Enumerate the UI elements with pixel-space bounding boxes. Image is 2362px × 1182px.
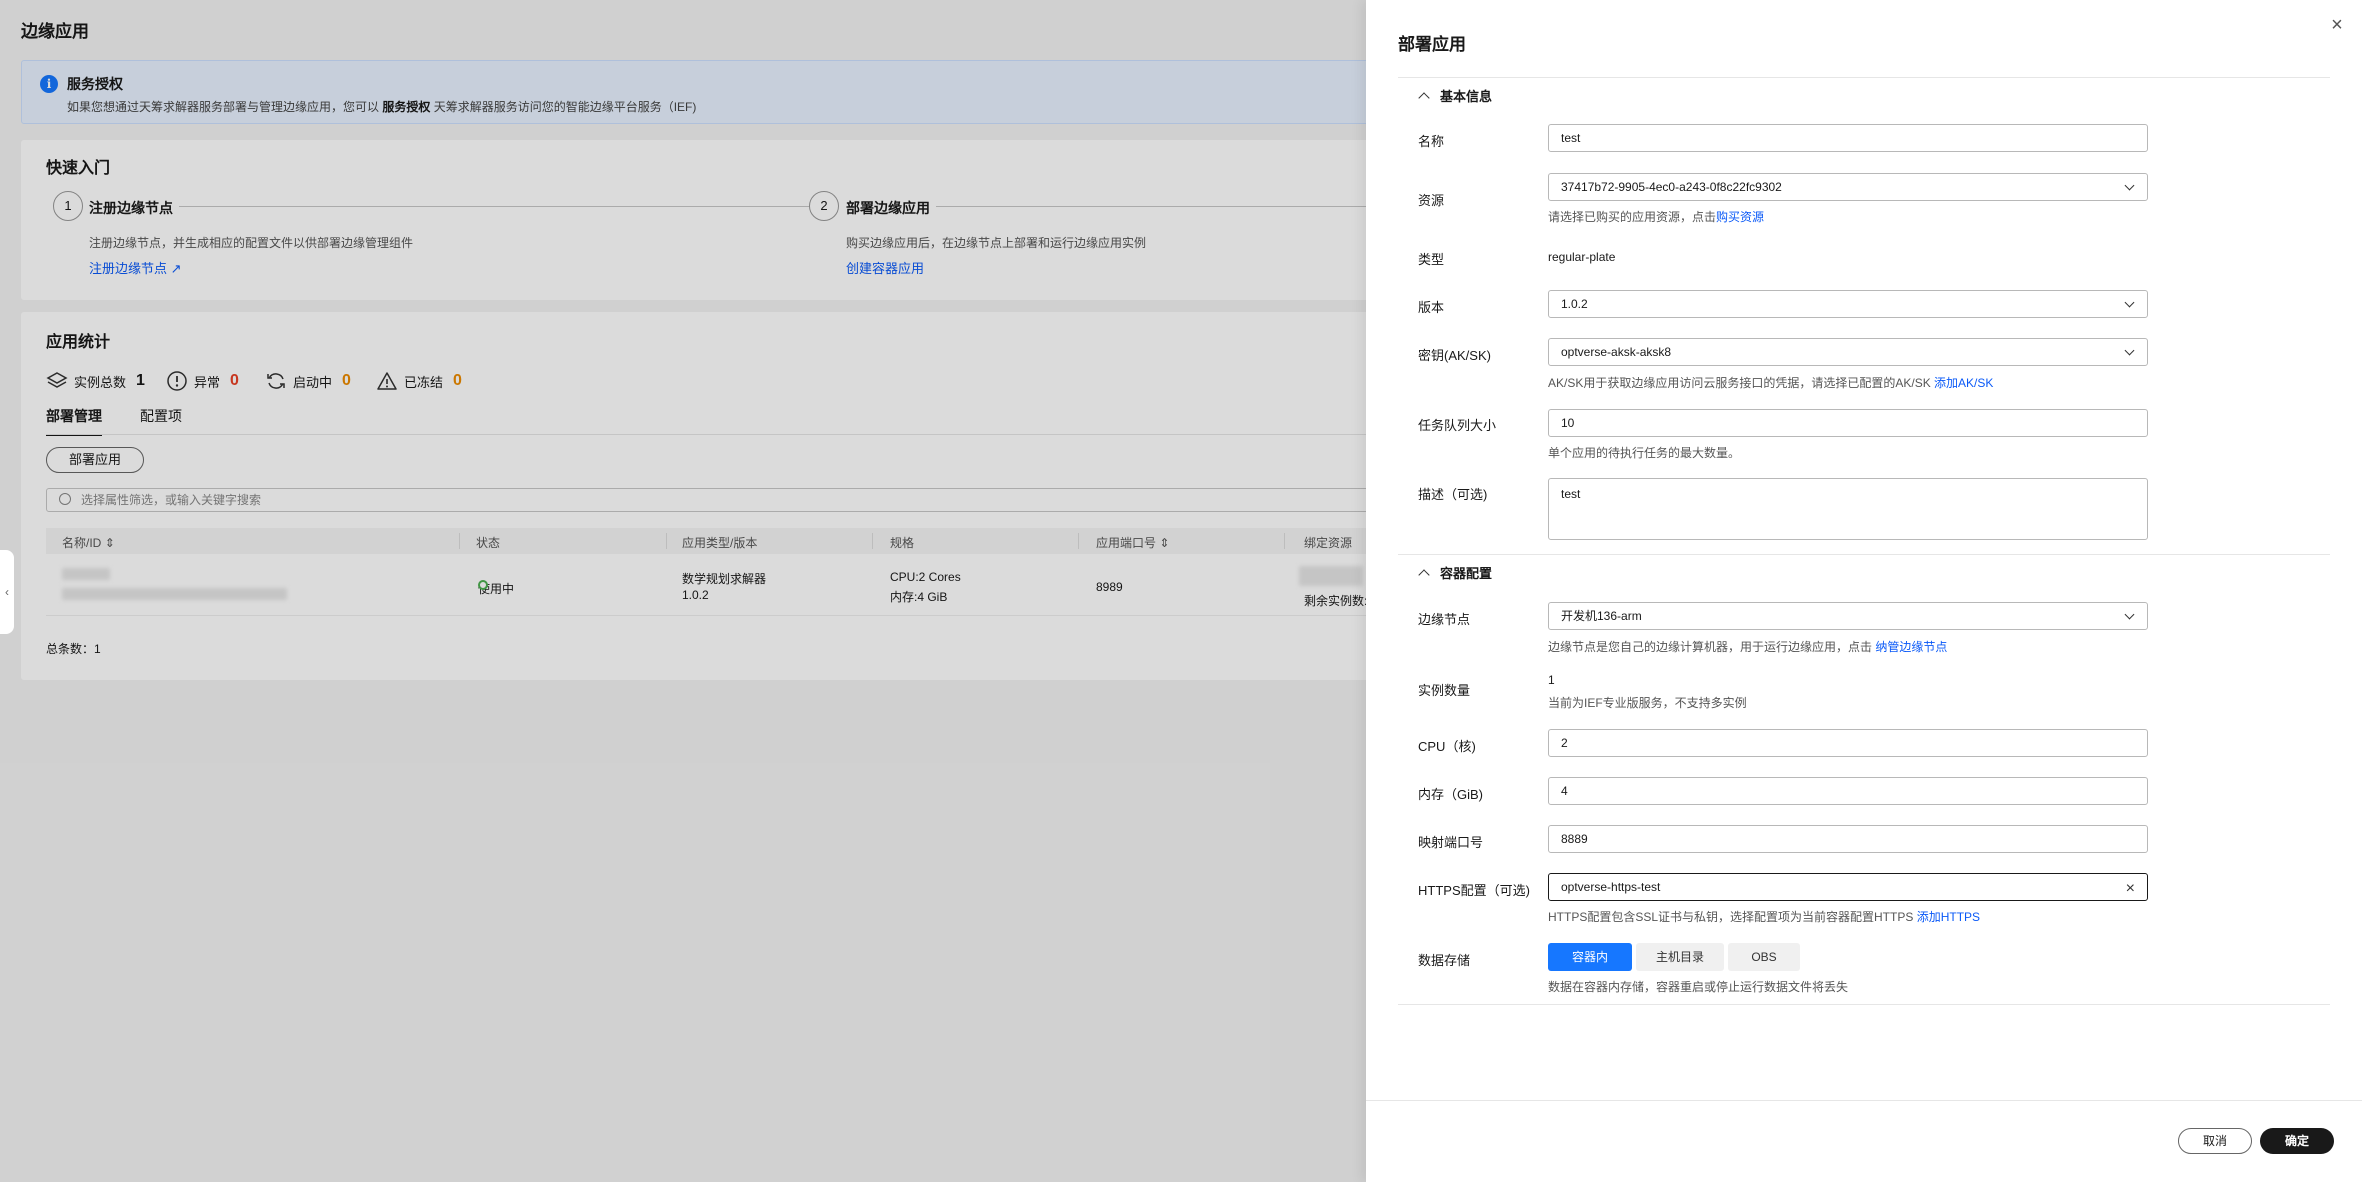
https-select[interactable]: optverse-https-test × bbox=[1548, 873, 2148, 901]
type-value: regular-plate bbox=[1548, 250, 1616, 264]
divider bbox=[1398, 554, 2330, 555]
deploy-app-drawer: 部署应用 × 基本信息 名称 test 资源 37417b72-9905-4ec… bbox=[1366, 0, 2362, 1182]
chevron-up-icon bbox=[1418, 92, 1430, 104]
sidebar-expand-handle[interactable]: ‹ bbox=[0, 550, 14, 634]
secret-label: 密钥(AK/SK) bbox=[1418, 348, 1491, 363]
storage-option-host-dir[interactable]: 主机目录 bbox=[1636, 943, 1724, 971]
chevron-down-icon bbox=[2124, 345, 2135, 356]
queue-input[interactable]: 10 bbox=[1548, 409, 2148, 437]
add-https-link[interactable]: 添加HTTPS bbox=[1917, 910, 1980, 924]
add-aksk-link[interactable]: 添加AK/SK bbox=[1934, 376, 1993, 390]
desc-label: 描述（可选) bbox=[1418, 487, 1488, 502]
instances-value: 1 bbox=[1548, 673, 1555, 687]
resource-label: 资源 bbox=[1418, 193, 1445, 208]
port-input[interactable]: 8889 bbox=[1548, 825, 2148, 853]
version-select[interactable]: 1.0.2 bbox=[1548, 290, 2148, 318]
node-label: 边缘节点 bbox=[1418, 612, 1471, 627]
port-label: 映射端口号 bbox=[1418, 835, 1484, 850]
secret-select-value: optverse-aksk-aksk8 bbox=[1561, 345, 1672, 359]
desc-textarea[interactable]: test bbox=[1548, 478, 2148, 540]
memory-label: 内存（GiB) bbox=[1418, 787, 1484, 802]
name-label: 名称 bbox=[1418, 134, 1445, 149]
secret-hint-text: AK/SK用于获取边缘应用访问云服务接口的凭据，请选择已配置的AK/SK bbox=[1548, 376, 1931, 390]
section-basic-info-label: 基本信息 bbox=[1440, 89, 1493, 104]
instances-hint: 当前为IEF专业版服务，不支持多实例 bbox=[1548, 696, 1747, 710]
chevron-down-icon bbox=[2124, 609, 2135, 620]
chevron-up-icon bbox=[1418, 569, 1430, 581]
secret-select[interactable]: optverse-aksk-aksk8 bbox=[1548, 338, 2148, 366]
resource-hint: 请选择已购买的应用资源，点击购买资源 bbox=[1548, 208, 1764, 225]
buy-resource-link[interactable]: 购买资源 bbox=[1716, 210, 1764, 224]
version-label: 版本 bbox=[1418, 300, 1445, 315]
version-select-value: 1.0.2 bbox=[1561, 297, 1588, 311]
https-hint: HTTPS配置包含SSL证书与私钥，选择配置项为当前容器配置HTTPS 添加HT… bbox=[1548, 908, 1980, 925]
footer-divider bbox=[1366, 1100, 2362, 1101]
divider bbox=[1398, 1004, 2330, 1005]
node-hint: 边缘节点是您自己的边缘计算机器，用于运行边缘应用，点击 纳管边缘节点 bbox=[1548, 638, 1947, 655]
queue-label: 任务队列大小 bbox=[1418, 418, 1497, 433]
resource-hint-text: 请选择已购买的应用资源，点击 bbox=[1548, 210, 1717, 224]
confirm-button[interactable]: 确定 bbox=[2260, 1128, 2334, 1154]
name-input[interactable]: test bbox=[1548, 124, 2148, 152]
type-label: 类型 bbox=[1418, 252, 1445, 267]
clear-icon[interactable]: × bbox=[2126, 876, 2135, 902]
storage-option-obs[interactable]: OBS bbox=[1728, 943, 1800, 971]
node-select[interactable]: 开发机136-arm bbox=[1548, 602, 2148, 630]
https-hint-text: HTTPS配置包含SSL证书与私钥，选择配置项为当前容器配置HTTPS bbox=[1548, 910, 1914, 924]
divider bbox=[1398, 77, 2330, 78]
cancel-button[interactable]: 取消 bbox=[2178, 1128, 2252, 1154]
memory-input[interactable]: 4 bbox=[1548, 777, 2148, 805]
drawer-title: 部署应用 bbox=[1398, 35, 1466, 54]
section-basic-info[interactable]: 基本信息 bbox=[1418, 86, 1493, 105]
manage-node-link[interactable]: 纳管边缘节点 bbox=[1875, 640, 1947, 654]
chevron-left-icon: ‹ bbox=[5, 585, 9, 599]
cpu-input[interactable]: 2 bbox=[1548, 729, 2148, 757]
storage-label: 数据存储 bbox=[1418, 953, 1471, 968]
modal-overlay[interactable] bbox=[0, 0, 1366, 1182]
chevron-down-icon bbox=[2124, 297, 2135, 308]
node-hint-text: 边缘节点是您自己的边缘计算机器，用于运行边缘应用，点击 bbox=[1548, 640, 1873, 654]
chevron-down-icon bbox=[2124, 180, 2135, 191]
https-select-value: optverse-https-test bbox=[1561, 880, 1661, 894]
https-label: HTTPS配置（可选) bbox=[1418, 883, 1530, 898]
resource-select-value: 37417b72-9905-4ec0-a243-0f8c22fc9302 bbox=[1561, 180, 1782, 194]
storage-hint: 数据在容器内存储，容器重启或停止运行数据文件将丢失 bbox=[1548, 980, 1849, 994]
instances-label: 实例数量 bbox=[1418, 683, 1471, 698]
close-icon[interactable]: × bbox=[2326, 14, 2348, 36]
storage-option-container[interactable]: 容器内 bbox=[1548, 943, 1632, 971]
resource-select[interactable]: 37417b72-9905-4ec0-a243-0f8c22fc9302 bbox=[1548, 173, 2148, 201]
section-container-config[interactable]: 容器配置 bbox=[1418, 563, 1493, 582]
section-container-config-label: 容器配置 bbox=[1440, 566, 1493, 581]
secret-hint: AK/SK用于获取边缘应用访问云服务接口的凭据，请选择已配置的AK/SK 添加A… bbox=[1548, 374, 1993, 391]
cpu-label: CPU（核) bbox=[1418, 739, 1476, 754]
node-select-value: 开发机136-arm bbox=[1561, 609, 1642, 623]
queue-hint: 单个应用的待执行任务的最大数量。 bbox=[1548, 446, 1741, 460]
